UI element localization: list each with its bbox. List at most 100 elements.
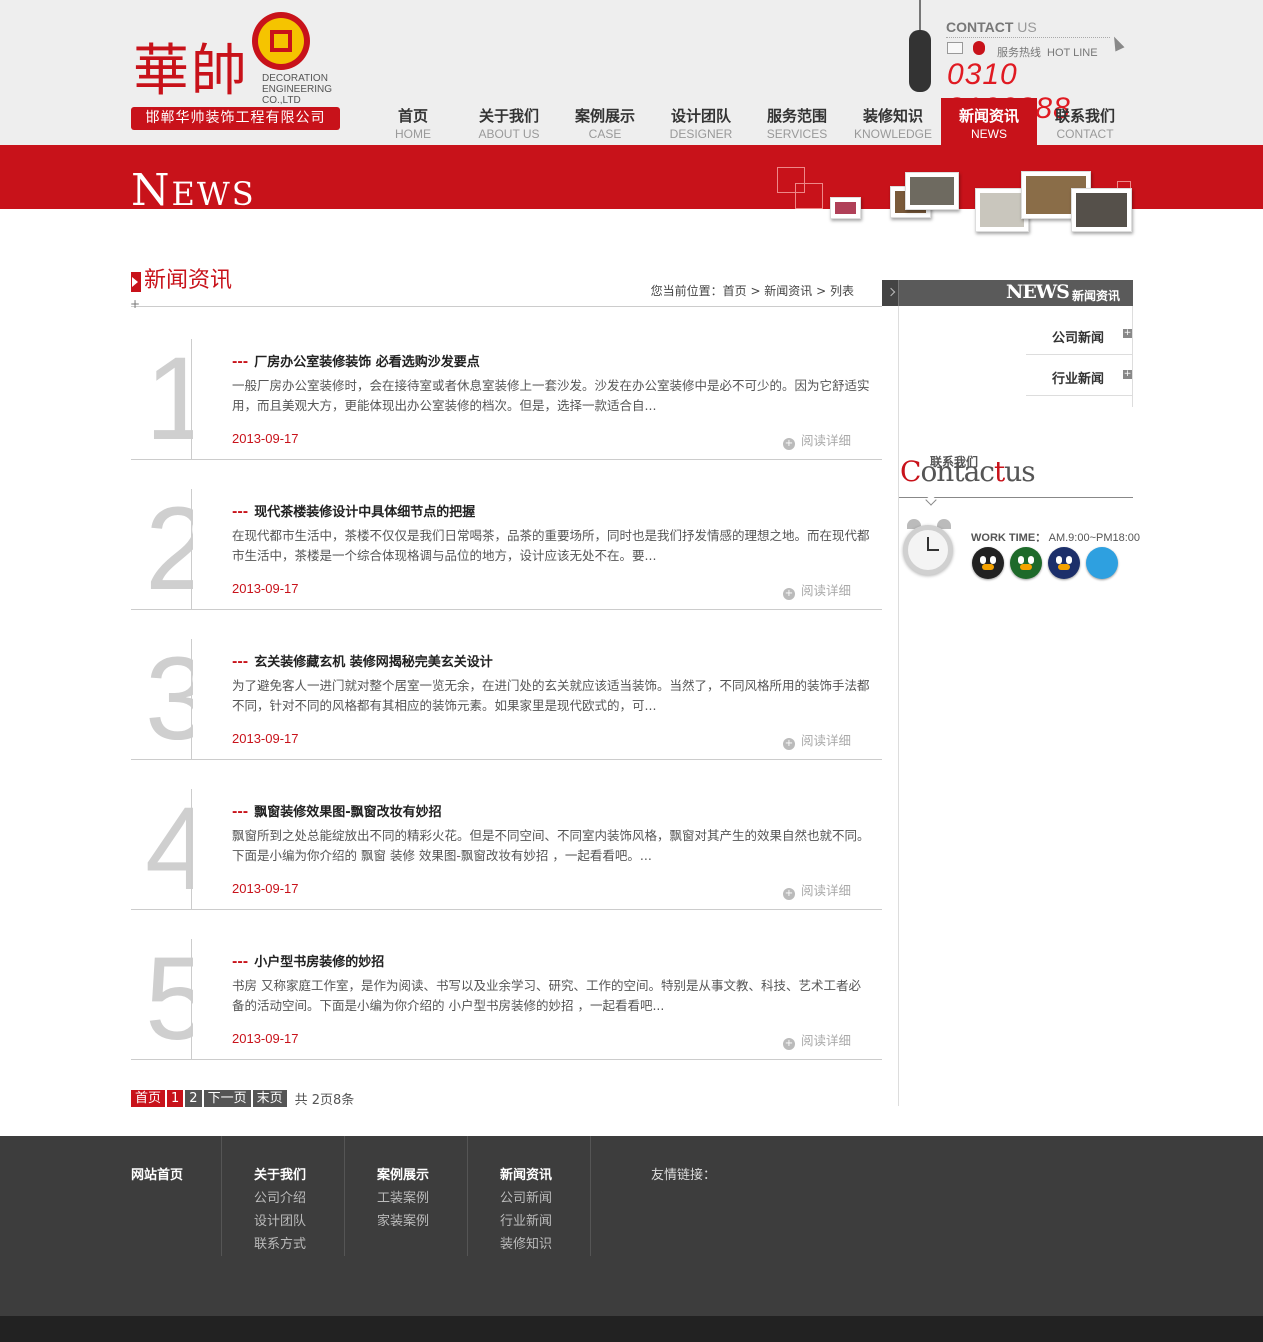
chevron-right-icon	[882, 280, 899, 306]
article-title[interactable]: --- 厂房办公室装修装饰 必看选购沙发要点	[232, 351, 480, 370]
nav-designer[interactable]: 设计团队 DESIGNER	[653, 98, 749, 145]
plus-circle-icon: +	[783, 888, 795, 900]
cursor-icon	[1109, 34, 1125, 52]
pagination: 首页 1 2 下一页 末页 共 2页8条	[131, 1089, 354, 1108]
msn-icon[interactable]	[1086, 547, 1118, 579]
footer-link[interactable]: 装修知识	[500, 1233, 552, 1252]
nav-news[interactable]: 新闻资讯 NEWS	[941, 98, 1037, 145]
article-number: 4	[145, 789, 193, 910]
footer-link[interactable]: 设计团队	[254, 1210, 306, 1229]
article-summary: 一般厂房办公室装修时，会在接待室或者休息室装修上一套沙发。沙发在办公室装修中是必…	[232, 378, 870, 413]
qq-icon[interactable]	[973, 41, 985, 55]
nav-case[interactable]: 案例展示 CASE	[557, 98, 653, 145]
read-more-link[interactable]: + 阅读详细	[783, 1030, 851, 1050]
phone-cord	[919, 0, 921, 32]
nav-contact[interactable]: 联系我们 CONTACT	[1037, 98, 1133, 145]
sidebar-item-label: 行业新闻	[1052, 372, 1105, 387]
sidebar-title-en: NEWS	[1006, 281, 1070, 303]
main-nav: 首页 HOME 关于我们 ABOUT US 案例展示 CASE 设计团队 DESIGNE…	[365, 98, 1133, 145]
pager-first[interactable]: 首页	[131, 1090, 166, 1107]
pointer-icon	[925, 494, 937, 506]
footer-link[interactable]: 网站首页	[131, 1164, 183, 1183]
article-title[interactable]: --- 飘窗装修效果图-飘窗改妆有妙招	[232, 801, 442, 820]
footer-heading[interactable]: 案例展示	[377, 1164, 429, 1183]
read-more-link[interactable]: + 阅读详细	[783, 880, 851, 900]
article-date: 2013-09-17	[232, 881, 299, 896]
work-time: WORK TIME： AM.9:00~PM18:00	[971, 532, 1141, 544]
article-summary: 飘窗所到之处总能绽放出不同的精彩火花。但是不同空间、不同室内装饰风格，飘窗对其产…	[232, 828, 870, 863]
article-number: 5	[145, 939, 193, 1060]
article-date: 2013-09-17	[232, 581, 299, 596]
contact-us-header: 联系我们 Contactus	[899, 452, 1133, 506]
arrow-icon	[131, 272, 141, 292]
nav-home[interactable]: 首页 HOME	[365, 98, 461, 145]
banner-photo	[905, 172, 959, 210]
qq-penguin-icon[interactable]	[1048, 547, 1080, 579]
footer-link[interactable]: 工装案例	[377, 1187, 429, 1206]
footer-heading[interactable]: 新闻资讯	[500, 1164, 552, 1183]
pager-page-2[interactable]: 2	[185, 1090, 202, 1107]
divider	[946, 37, 1110, 38]
friend-links-label: 友情链接：	[651, 1168, 717, 1183]
footer-heading[interactable]: 关于我们	[254, 1164, 306, 1183]
qq-penguin-icon[interactable]	[1010, 547, 1042, 579]
article-number: 2	[145, 489, 193, 610]
article-title[interactable]: --- 小户型书房装修的妙招	[232, 951, 384, 970]
article-summary: 在现代都市生活中，茶楼不仅仅是我们日常喝茶，品茶的重要场所，同时也是我们抒发情感…	[232, 528, 870, 563]
footer-col-case: 案例展示 工装案例 家装案例	[377, 1136, 500, 1256]
pager-next[interactable]: 下一页	[203, 1090, 251, 1107]
divider	[221, 1136, 222, 1256]
mail-icon[interactable]	[947, 42, 963, 54]
article-date: 2013-09-17	[232, 731, 299, 746]
divider	[191, 639, 192, 760]
divider	[1132, 306, 1133, 407]
header-contact: CONTACT US 服务热线HOT LINE 0310 8133888	[905, 0, 1135, 125]
nav-knowledge[interactable]: 装修知识 KNOWLEDGE	[845, 98, 941, 145]
footer-link[interactable]: 联系方式	[254, 1233, 306, 1252]
contact-title-en: Contactus	[900, 455, 1036, 488]
article-title[interactable]: --- 现代茶楼装修设计中具体细节点的把握	[232, 501, 475, 520]
footer-link[interactable]: 家装案例	[377, 1210, 429, 1229]
article-title[interactable]: --- 玄关装修藏玄机 装修网揭秘完美玄关设计	[232, 651, 493, 670]
footer-link[interactable]: 公司介绍	[254, 1187, 306, 1206]
banner-photo	[1071, 188, 1132, 232]
plus-icon: +	[1123, 369, 1132, 379]
sidebar-item-industry-news[interactable]: 行业新闻 +	[1026, 355, 1133, 396]
list-item: 4 --- 飘窗装修效果图-飘窗改妆有妙招 飘窗所到之处总能绽放出不同的精彩火花。…	[131, 789, 882, 910]
nav-services[interactable]: 服务范围 SERVICES	[749, 98, 845, 145]
contact-title: CONTACT US	[946, 19, 1037, 35]
article-date: 2013-09-17	[232, 1031, 299, 1046]
sidebar-item-company-news[interactable]: 公司新闻 +	[1026, 314, 1133, 355]
logo[interactable]: 華帥 DECORATION ENGINEERING CO.,LTD 邯郸华帅装饰…	[131, 12, 346, 132]
alarm-clock-icon	[903, 519, 955, 583]
decor-square	[795, 183, 823, 209]
footer-link[interactable]: 公司新闻	[500, 1187, 552, 1206]
qq-penguin-icon[interactable]	[972, 547, 1004, 579]
nav-about[interactable]: 关于我们 ABOUT US	[461, 98, 557, 145]
pager-page-1[interactable]: 1	[167, 1090, 184, 1107]
section-header: 新闻资讯 您当前位置：首页 > 新闻资讯 > 列表	[131, 265, 882, 307]
divider	[344, 1136, 345, 1256]
sidebar-item-label: 公司新闻	[1052, 331, 1105, 346]
plus-icon: +	[130, 297, 141, 311]
read-more-link[interactable]: + 阅读详细	[783, 580, 851, 600]
article-number: 3	[145, 639, 193, 760]
read-more-link[interactable]: + 阅读详细	[783, 730, 851, 750]
pager-last[interactable]: 末页	[252, 1090, 287, 1107]
banner-title: NEWS	[131, 165, 256, 216]
divider	[590, 1136, 591, 1256]
logo-badge-icon	[252, 12, 310, 70]
plus-circle-icon: +	[783, 438, 795, 450]
divider	[191, 339, 192, 460]
plus-circle-icon: +	[783, 1038, 795, 1050]
breadcrumb[interactable]: 您当前位置：首页 > 新闻资讯 > 列表	[651, 282, 854, 299]
footer-link[interactable]: 行业新闻	[500, 1210, 552, 1229]
read-more-link[interactable]: + 阅读详细	[783, 430, 851, 450]
logo-english: DECORATION ENGINEERING CO.,LTD	[262, 73, 333, 106]
sidebar-header: NEWS 新闻资讯	[882, 280, 1133, 306]
plus-circle-icon: +	[783, 588, 795, 600]
footer-col-home: 网站首页	[131, 1136, 254, 1256]
banner-photo	[830, 197, 861, 219]
page-title: 新闻资讯	[144, 268, 233, 293]
article-date: 2013-09-17	[232, 431, 299, 446]
